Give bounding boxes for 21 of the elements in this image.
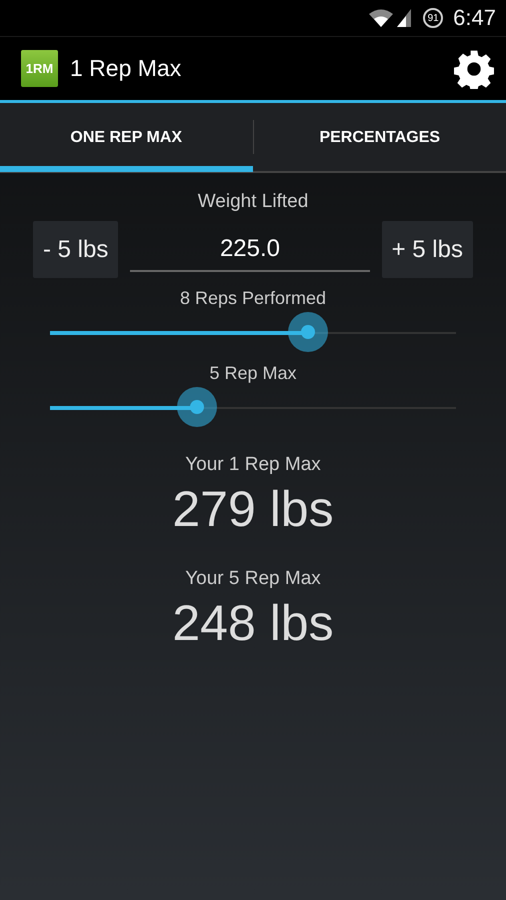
wifi-icon <box>369 9 394 27</box>
app-title: 1 Rep Max <box>70 55 182 82</box>
clock-time: 6:47 <box>453 5 496 31</box>
slider-label: 8 Reps Performed <box>180 288 326 309</box>
increase-button[interactable]: + 5 lbs <box>382 221 473 278</box>
result-label: Your 5 Rep Max <box>185 568 321 590</box>
battery-indicator: 91 <box>423 8 444 28</box>
result-label: Your 1 Rep Max <box>185 454 321 476</box>
slider-thumb[interactable] <box>176 387 217 427</box>
tab[interactable]: PERCENTAGES <box>254 104 506 172</box>
slider-thumb[interactable] <box>288 312 328 352</box>
weight-field[interactable]: 225.0 <box>130 228 370 272</box>
tab[interactable]: ONE REP MAX <box>0 104 252 172</box>
decrease-button[interactable]: - 5 lbs <box>33 221 118 278</box>
result-value: 248 lbs <box>172 594 334 652</box>
app-logo: 1RM <box>21 50 58 87</box>
slider-label: 5 Rep Max <box>209 363 297 384</box>
signal-icon <box>397 9 412 27</box>
weight-label: Weight Lifted <box>198 191 308 213</box>
settings-icon[interactable] <box>454 48 494 88</box>
result-value: 279 lbs <box>172 480 334 538</box>
